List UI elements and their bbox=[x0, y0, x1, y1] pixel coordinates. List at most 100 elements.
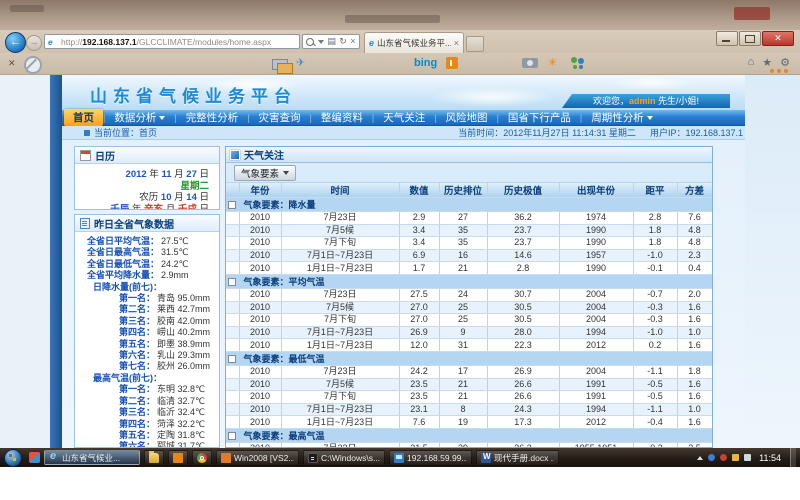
row-lead-cell bbox=[226, 416, 239, 429]
close-button[interactable]: ✕ bbox=[762, 31, 794, 46]
table-cell: 2010 bbox=[239, 288, 281, 301]
taskbar-icon-button[interactable] bbox=[168, 450, 188, 465]
table-cell: 2010 bbox=[239, 314, 281, 327]
nav-item-7[interactable]: 风险地图 bbox=[437, 109, 497, 126]
taskbar-clock[interactable]: 11:54 bbox=[759, 453, 781, 463]
rank-value: 临沂 32.4℃ bbox=[155, 407, 205, 418]
table-cell: 2010 bbox=[239, 339, 281, 352]
table-row[interactable]: 20107月5候27.02530.52004-0.31.6 bbox=[226, 301, 712, 314]
bing-logo[interactable]: bing bbox=[414, 57, 437, 69]
group-header-row[interactable]: 气象要素：平均气温 bbox=[226, 274, 712, 288]
table-row[interactable]: 20107月23日27.52430.72004-0.72.0 bbox=[226, 288, 712, 301]
taskbar-window-button[interactable]: 192.168.59.99... bbox=[389, 450, 472, 465]
camera-icon[interactable] bbox=[522, 58, 538, 68]
refresh-icon[interactable]: ↻ bbox=[339, 37, 347, 46]
tray-security-icon[interactable] bbox=[720, 454, 727, 461]
table-cell: 8 bbox=[439, 403, 487, 416]
table-cell: 23.5 bbox=[399, 378, 439, 391]
taskbar-icon-button[interactable] bbox=[192, 450, 212, 465]
blocked-addon-icon[interactable] bbox=[24, 56, 42, 74]
word-icon bbox=[481, 453, 491, 463]
settings-gear-icon[interactable]: ⚙ bbox=[780, 56, 790, 69]
group-checkbox-cell bbox=[226, 351, 239, 365]
table-cell: 2010 bbox=[239, 378, 281, 391]
table-row[interactable]: 20107月下旬3.43523.719901.84.8 bbox=[226, 237, 712, 250]
table-cell: 7月23日 bbox=[281, 288, 399, 301]
table-row[interactable]: 20101月1日~7月23日12.03122.320120.21.6 bbox=[226, 339, 712, 352]
toolbar-app-icon[interactable] bbox=[446, 57, 458, 69]
tray-expand-icon[interactable] bbox=[697, 456, 703, 460]
nav-bar: 首页|数据分析|完整性分析|灾害查询|整编资料|天气关注|风险地图|国省下行产品… bbox=[62, 110, 745, 126]
table-cell: 2010 bbox=[239, 212, 281, 225]
page-icon[interactable]: ▤ bbox=[327, 37, 336, 46]
show-desktop-button[interactable] bbox=[790, 448, 796, 467]
table-row[interactable]: 20107月下旬23.52126.61991-0.51.6 bbox=[226, 391, 712, 404]
taskbar-window-button[interactable]: 现代手册.docx ... bbox=[476, 450, 559, 465]
ime-gadget-icon[interactable] bbox=[29, 452, 40, 463]
url-protocol: http:// bbox=[61, 37, 82, 47]
table-cell: 27 bbox=[439, 212, 487, 225]
new-tab-button[interactable] bbox=[466, 36, 484, 52]
checkbox[interactable] bbox=[228, 355, 236, 363]
nav-item-4[interactable]: 灾害查询 bbox=[250, 109, 310, 126]
table-row[interactable]: 20107月23日24.21726.92004-1.11.8 bbox=[226, 365, 712, 378]
browser-tab[interactable]: e 山东省气候业务平... × bbox=[364, 32, 464, 53]
address-bar[interactable]: ehttp://192.168.137.1/GLCCLIMATE/modules… bbox=[44, 34, 300, 49]
group-header-row[interactable]: 气象要素：最低气温 bbox=[226, 351, 712, 365]
table-row[interactable]: 20101月1日~7月23日7.61917.32012-0.41.6 bbox=[226, 416, 712, 429]
nav-item-2[interactable]: 数据分析 bbox=[105, 109, 174, 126]
taskbar-window-button[interactable]: C:\Windows\s... bbox=[303, 450, 385, 465]
nav-item-1[interactable]: 首页 bbox=[64, 109, 103, 126]
element-filter-button[interactable]: 气象要素 bbox=[234, 165, 296, 181]
start-button[interactable] bbox=[4, 449, 22, 467]
minimize-button[interactable] bbox=[716, 31, 738, 46]
network-icon[interactable] bbox=[744, 454, 751, 461]
taskbar-icon-button[interactable] bbox=[144, 450, 164, 465]
welcome-bar: 欢迎您，admin 先生/小姐! bbox=[562, 94, 730, 108]
nav-item-5[interactable]: 整编资料 bbox=[312, 109, 372, 126]
table-row[interactable]: 20107月5候3.43523.719901.84.8 bbox=[226, 224, 712, 237]
ganzhi-date: 壬辰 年 辛亥 月 壬戌 日 bbox=[75, 204, 209, 211]
breadcrumb: 当前位置：首页 bbox=[94, 126, 157, 139]
tab-close-icon[interactable]: × bbox=[454, 38, 459, 48]
search-icon[interactable] bbox=[306, 38, 314, 46]
taskbar-ie-button[interactable]: 山东省气候业... bbox=[44, 450, 140, 465]
table-row[interactable]: 20107月1日~7月23日23.1824.31994-1.11.0 bbox=[226, 403, 712, 416]
tray-help-icon[interactable] bbox=[708, 454, 715, 461]
home-icon[interactable]: ⌂ bbox=[748, 56, 755, 69]
forward-button[interactable]: → bbox=[26, 35, 42, 51]
toolbar-close-icon[interactable]: ✕ bbox=[8, 58, 16, 69]
tray-alert-icon[interactable] bbox=[732, 454, 739, 461]
group-header-row[interactable]: 气象要素：降水量 bbox=[226, 198, 712, 212]
row-lead-cell bbox=[226, 403, 239, 416]
chevron-down-icon[interactable] bbox=[318, 40, 324, 44]
cards-icon[interactable] bbox=[272, 59, 288, 70]
favorites-star-icon[interactable]: ★ bbox=[762, 56, 772, 69]
table-cell: 1.6 bbox=[677, 391, 712, 404]
stop-icon[interactable]: × bbox=[350, 37, 355, 46]
taskbar-window-button[interactable]: Win2008 [VS2... bbox=[216, 450, 299, 465]
window-controls: ✕ bbox=[716, 31, 794, 46]
table-row[interactable]: 20107月1日~7月23日6.91614.61957-1.02.3 bbox=[226, 249, 712, 262]
checkbox[interactable] bbox=[228, 278, 236, 286]
maximize-button[interactable] bbox=[739, 31, 761, 46]
rank-value: 莱西 42.7mm bbox=[155, 304, 210, 315]
table-row[interactable]: 20101月1日~7月23日1.7212.81990-0.10.4 bbox=[226, 262, 712, 275]
group-header-row[interactable]: 气象要素：最高气温 bbox=[226, 428, 712, 442]
rank-row: 第七名：胶州 26.0mm bbox=[79, 361, 213, 372]
table-row[interactable]: 20107月23日2.92736.219742.87.6 bbox=[226, 212, 712, 225]
nav-item-3[interactable]: 完整性分析 bbox=[177, 109, 248, 126]
spark-icon[interactable]: ✳ bbox=[548, 56, 557, 69]
nav-item-6[interactable]: 天气关注 bbox=[374, 109, 434, 126]
nav-item-8[interactable]: 国省下行产品 bbox=[499, 109, 580, 126]
table-row[interactable]: 20107月5候23.52126.61991-0.51.6 bbox=[226, 378, 712, 391]
checkbox[interactable] bbox=[228, 432, 236, 440]
nav-item-9[interactable]: 周期性分析 bbox=[582, 109, 662, 126]
table-row[interactable]: 20107月1日~7月23日26.9928.01994-1.01.0 bbox=[226, 326, 712, 339]
taskbar-button-label: Win2008 [VS2... bbox=[234, 453, 294, 463]
back-button[interactable]: ← bbox=[5, 32, 26, 53]
table-row[interactable]: 20107月下旬27.02530.52004-0.31.6 bbox=[226, 314, 712, 327]
people-icon[interactable] bbox=[570, 57, 586, 69]
send-plane-icon[interactable]: ✈ bbox=[296, 56, 305, 69]
checkbox[interactable] bbox=[228, 201, 236, 209]
